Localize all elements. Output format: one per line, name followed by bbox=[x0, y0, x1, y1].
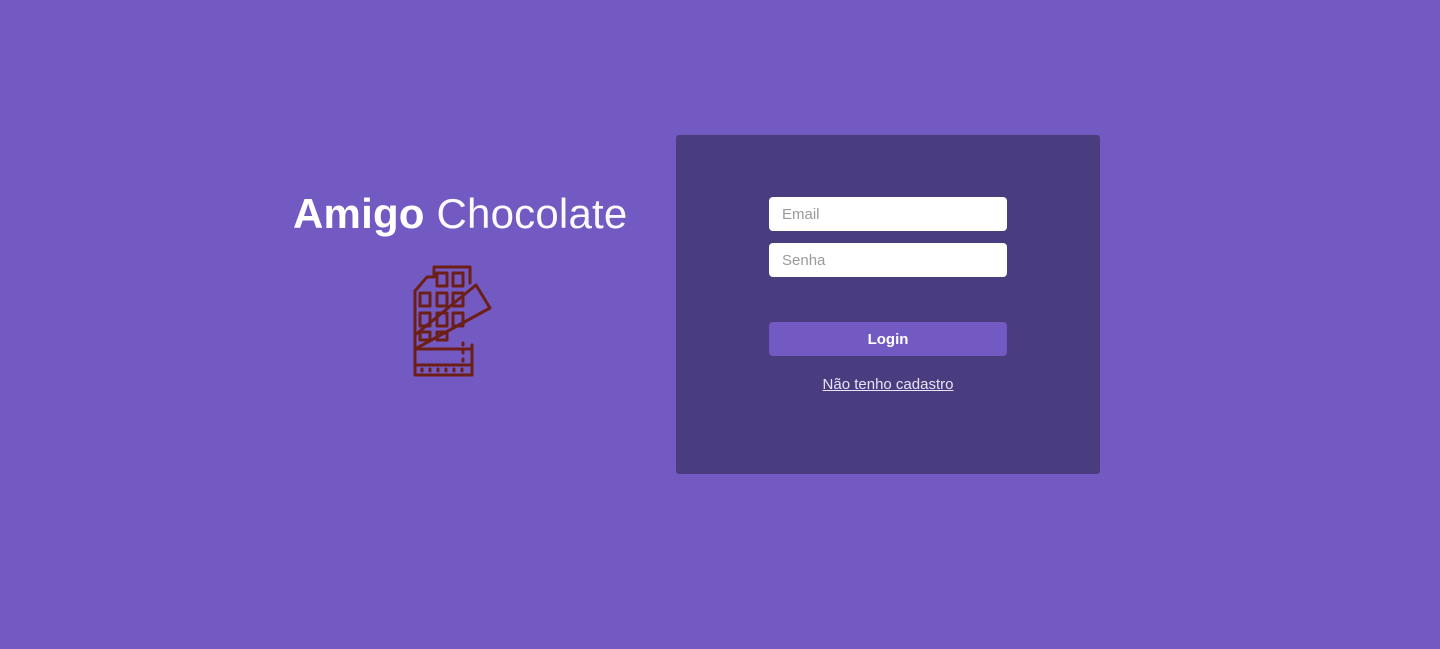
app-title: Amigo Chocolate bbox=[293, 188, 627, 240]
login-panel: Login Não tenho cadastro bbox=[676, 135, 1100, 474]
login-button[interactable]: Login bbox=[769, 322, 1007, 356]
brand-section: Amigo Chocolate bbox=[293, 188, 627, 240]
signup-link[interactable]: Não tenho cadastro bbox=[769, 376, 1007, 393]
email-field[interactable] bbox=[769, 197, 1007, 231]
chocolate-bar-icon bbox=[410, 265, 494, 379]
password-field[interactable] bbox=[769, 243, 1007, 277]
app-title-bold: Amigo bbox=[293, 190, 425, 237]
app-title-light: Chocolate bbox=[436, 190, 628, 237]
